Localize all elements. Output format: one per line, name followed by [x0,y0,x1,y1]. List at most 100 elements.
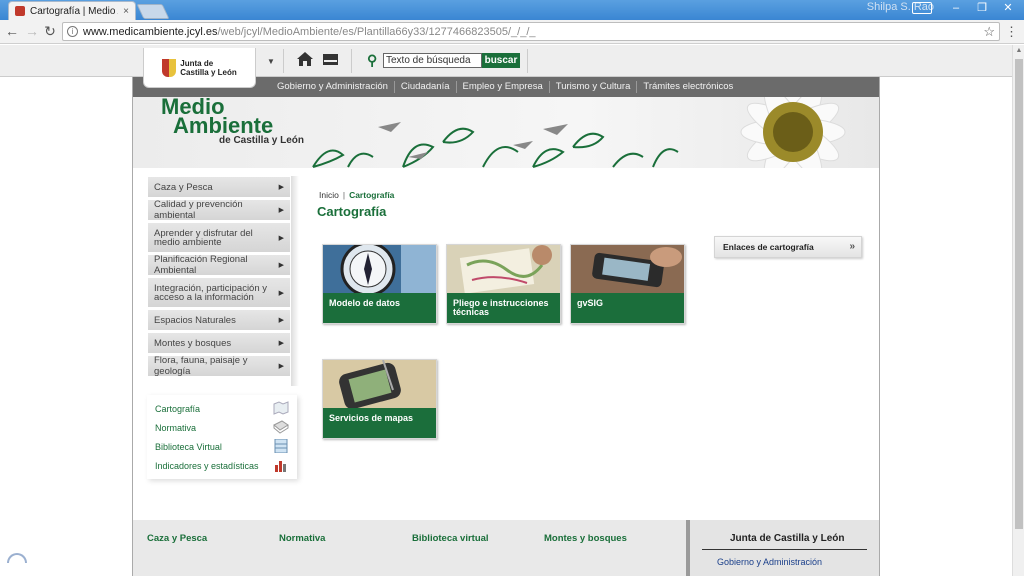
scroll-up-icon[interactable]: ▲ [1013,47,1024,59]
footer-box-link[interactable]: Gobierno y Administración [717,557,822,567]
map-document-image [447,245,560,293]
scrollbar-thumb[interactable] [1015,59,1023,529]
card-modelo-datos[interactable]: Modelo de datos [322,244,437,324]
page-title: Cartografía [317,204,387,219]
search-button[interactable]: buscar [482,53,520,68]
address-bar[interactable]: i www.medicambiente.jcyl.es /web/jcyl/Me… [62,22,1000,41]
search-input[interactable] [383,53,482,68]
new-tab-button[interactable] [136,4,170,19]
junta-logo[interactable]: Junta de Castilla y León [143,48,256,88]
quick-link-indicadores[interactable]: Indicadores y estadísticas [147,456,297,475]
side-item-flora[interactable]: Flora, fauna, paisaje y geología ▶ [147,355,291,378]
footer-col-caza-pesca[interactable]: Caza y Pesca [147,533,207,544]
footer-col-biblioteca[interactable]: Biblioteca virtual [412,533,489,544]
site-info-icon[interactable]: i [67,26,78,37]
handheld-gps-image [323,360,436,408]
card-label: Pliego e instrucciones técnicas [447,293,560,323]
home-icon[interactable] [296,51,314,67]
side-item-label: Aprender y disfrutar del medio ambiente [154,227,253,248]
coat-of-arms-icon [162,58,177,77]
side-item-espacios[interactable]: Espacios Naturales ▶ [147,309,291,332]
chevron-right-icon: ▶ [278,184,284,191]
footer-col-normativa[interactable]: Normativa [279,533,325,544]
chevron-right-icon: ▶ [278,207,284,214]
side-item-label: Planificación Regional Ambiental [154,254,248,276]
quick-link-normativa[interactable]: Normativa [147,418,297,437]
url-host: www.medicambiente.jcyl.es [83,25,218,38]
book-icon [273,420,289,434]
chevron-right-icon: ▶ [278,340,284,347]
leaves-decoration [312,122,679,168]
profile-switcher-icon[interactable] [912,2,932,14]
site-banner: Medio Ambiente de Castilla y León [133,97,879,168]
close-window-button[interactable]: ✕ [996,0,1020,16]
quick-link-cartografia[interactable]: Cartografía [147,399,297,418]
back-icon[interactable]: ← [4,23,20,39]
side-item-label: Calidad y prevención ambiental [154,199,243,221]
footer-col-montes[interactable]: Montes y bosques [544,533,627,544]
nav-item-tramites[interactable]: Trámites electrónicos [637,81,739,93]
side-item-label: Espacios Naturales [154,314,236,326]
side-item-integracion[interactable]: Integración, participación y acceso a la… [147,277,291,309]
browser-tab[interactable]: Cartografía | Medio Amb × [8,1,136,20]
side-menu: Caza y Pesca ▶ Calidad y prevención ambi… [147,176,292,378]
side-item-label: Montes y bosques [154,337,232,349]
search-icon: ⚲ [367,52,378,68]
card-pliego[interactable]: Pliego e instrucciones técnicas [446,244,561,324]
mail-icon[interactable] [323,54,338,65]
logo-line2: Castilla y León [180,67,237,77]
browser-menu-icon[interactable]: ⋮ [1005,24,1018,40]
chevron-right-icon: ▶ [278,289,284,297]
daisy-decoration [740,97,846,168]
minimize-button[interactable]: – [944,0,968,16]
side-item-label: Integración, participación y acceso a la… [154,282,268,303]
nav-item-turismo[interactable]: Turismo y Cultura [550,81,638,93]
tab-close-icon[interactable]: × [123,6,129,17]
cartography-links-button[interactable]: Enlaces de cartografía » [714,236,862,258]
side-item-label: Caza y Pesca [154,181,213,193]
double-chevron-right-icon: » [849,241,855,252]
nav-item-ciudadania[interactable]: Ciudadanía [395,81,457,93]
forward-icon[interactable]: → [24,23,40,39]
address-toolbar: ← → ↻ i www.medicambiente.jcyl.es /web/j… [0,20,1024,44]
card-label: Servicios de mapas [323,408,436,438]
footer-box-title: Junta de Castilla y León [730,533,845,544]
reload-icon[interactable]: ↻ [42,23,58,39]
quick-links: Cartografía Normativa Biblioteca Virtual… [147,395,297,479]
side-item-aprender[interactable]: Aprender y disfrutar del medio ambiente … [147,222,291,254]
card-gvsig[interactable]: gvSIG [570,244,685,324]
side-item-planificacion[interactable]: Planificación Regional Ambiental ▶ [147,254,291,277]
archive-icon [274,439,288,453]
bookmark-star-icon[interactable]: ☆ [983,24,995,40]
card-label: Modelo de datos [323,293,436,323]
breadcrumb-home[interactable]: Inicio [319,190,339,200]
nav-item-empleo[interactable]: Empleo y Empresa [457,81,550,93]
gps-device-image [571,245,684,293]
content-frame: Gobierno y Administración Ciudadanía Emp… [132,77,880,576]
side-link-label: Enlaces de cartografía [723,242,814,252]
breadcrumb-current: Cartografía [349,190,395,200]
side-item-caza-pesca[interactable]: Caza y Pesca ▶ [147,176,291,199]
chart-icon [275,461,286,472]
side-item-calidad[interactable]: Calidad y prevención ambiental ▶ [147,199,291,222]
card-servicios-mapas[interactable]: Servicios de mapas [322,359,437,439]
quick-link-biblioteca[interactable]: Biblioteca Virtual [147,437,297,456]
page-scrollbar[interactable]: ▲ [1012,45,1024,576]
site-favicon-icon [15,6,25,16]
nav-item-gobierno[interactable]: Gobierno y Administración [271,81,395,93]
chevron-right-icon: ▶ [278,317,284,324]
breadcrumb: Inicio | Cartografía [319,190,394,200]
brand-title-line2[interactable]: Ambiente [173,115,273,137]
compass-image [323,245,436,293]
maximize-button[interactable]: ❐ [970,0,994,16]
side-item-label: Flora, fauna, paisaje y geología [154,355,248,377]
logo-dropdown-icon[interactable]: ▼ [267,57,275,66]
logo-line1: Junta de [180,58,214,68]
breadcrumb-separator: | [342,190,346,200]
footer-junta-box: Junta de Castilla y León Gobierno y Admi… [686,520,879,576]
tab-title: Cartografía | Medio Amb [30,5,118,17]
site-footer: Caza y Pesca Normativa Biblioteca virtua… [133,520,879,576]
web-page: ⚲ buscar Junta de Castilla y León ▼ Gobi… [0,45,1012,576]
chevron-right-icon: ▶ [278,363,284,370]
side-item-montes[interactable]: Montes y bosques ▶ [147,332,291,355]
